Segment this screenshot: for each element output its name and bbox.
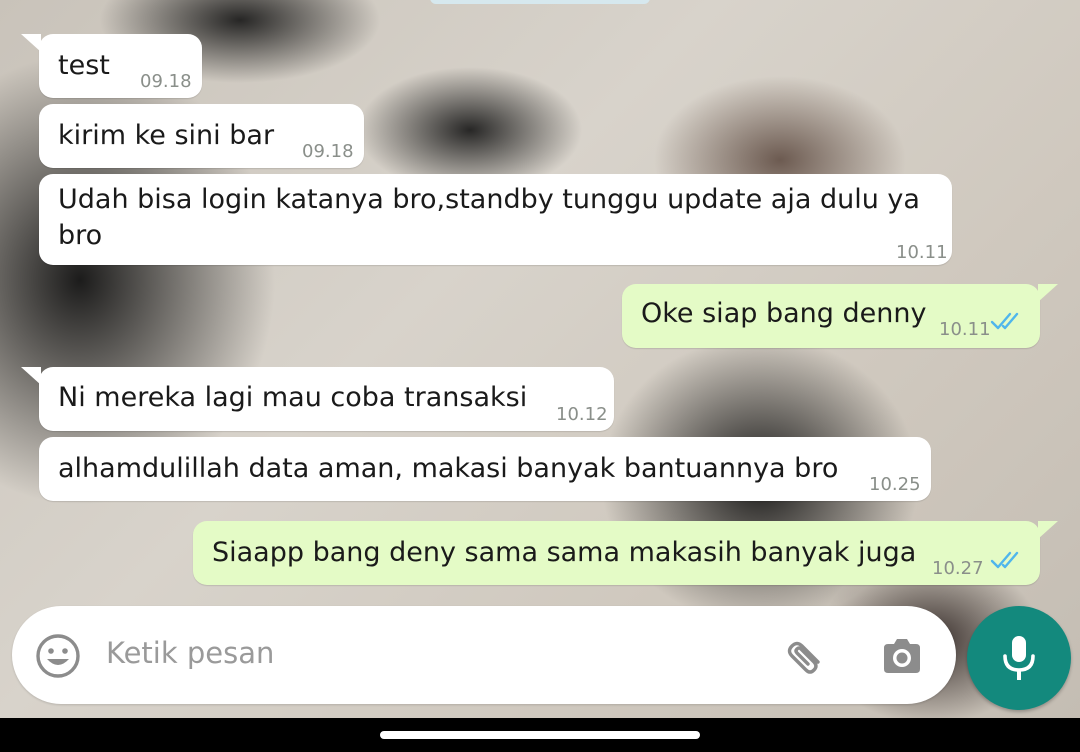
camera-icon[interactable]	[878, 632, 926, 680]
system-navigation-bar	[0, 718, 1080, 752]
message-composer: Ketik pesan	[12, 606, 956, 704]
home-gesture-handle[interactable]	[380, 731, 700, 739]
message-text-line: Udah bisa login katanya bro,standby tung…	[58, 184, 920, 215]
bubble-tail	[21, 34, 41, 52]
message-text: test	[58, 50, 110, 81]
message-text: alhamdulillah data aman, makasi banyak b…	[58, 453, 839, 484]
message-text-line: bro	[58, 220, 103, 251]
incoming-message[interactable]: Udah bisa login katanya bro,standby tung…	[39, 174, 952, 265]
microphone-icon	[1003, 636, 1035, 680]
incoming-message[interactable]: Ni mereka lagi mau coba transaksi 10.12	[21, 367, 614, 431]
message-time: 10.11	[896, 242, 948, 263]
bubble-tail	[1038, 521, 1058, 539]
read-ticks-icon	[990, 551, 1019, 569]
message-text: kirim ke sini bar	[58, 120, 275, 151]
message-input[interactable]: Ketik pesan	[106, 636, 274, 670]
message-time: 10.11	[939, 319, 991, 340]
incoming-message[interactable]: kirim ke sini bar 09.18	[39, 104, 364, 168]
emoji-icon[interactable]	[34, 632, 82, 680]
message-text: Siaapp bang deny sama sama makasih banya…	[212, 537, 917, 568]
message-time: 10.12	[556, 404, 608, 425]
incoming-message[interactable]: alhamdulillah data aman, makasi banyak b…	[39, 437, 931, 501]
message-time: 10.25	[869, 474, 921, 495]
message-text: Ni mereka lagi mau coba transaksi	[58, 382, 528, 413]
read-ticks-icon	[990, 312, 1019, 330]
incoming-message[interactable]: test 09.18	[21, 34, 202, 98]
message-time: 09.18	[140, 71, 192, 92]
message-time: 10.27	[932, 558, 984, 579]
message-text: Oke siap bang denny	[641, 298, 927, 329]
bubble-tail	[1038, 284, 1058, 302]
paperclip-icon[interactable]	[782, 632, 830, 680]
voice-record-button[interactable]	[967, 606, 1071, 710]
outgoing-message[interactable]: Siaapp bang deny sama sama makasih banya…	[193, 521, 1058, 585]
outgoing-message[interactable]: Oke siap bang denny 10.11	[622, 284, 1058, 348]
message-time: 09.18	[302, 141, 354, 162]
scroll-indicator	[430, 0, 650, 4]
bubble-tail	[21, 367, 41, 385]
